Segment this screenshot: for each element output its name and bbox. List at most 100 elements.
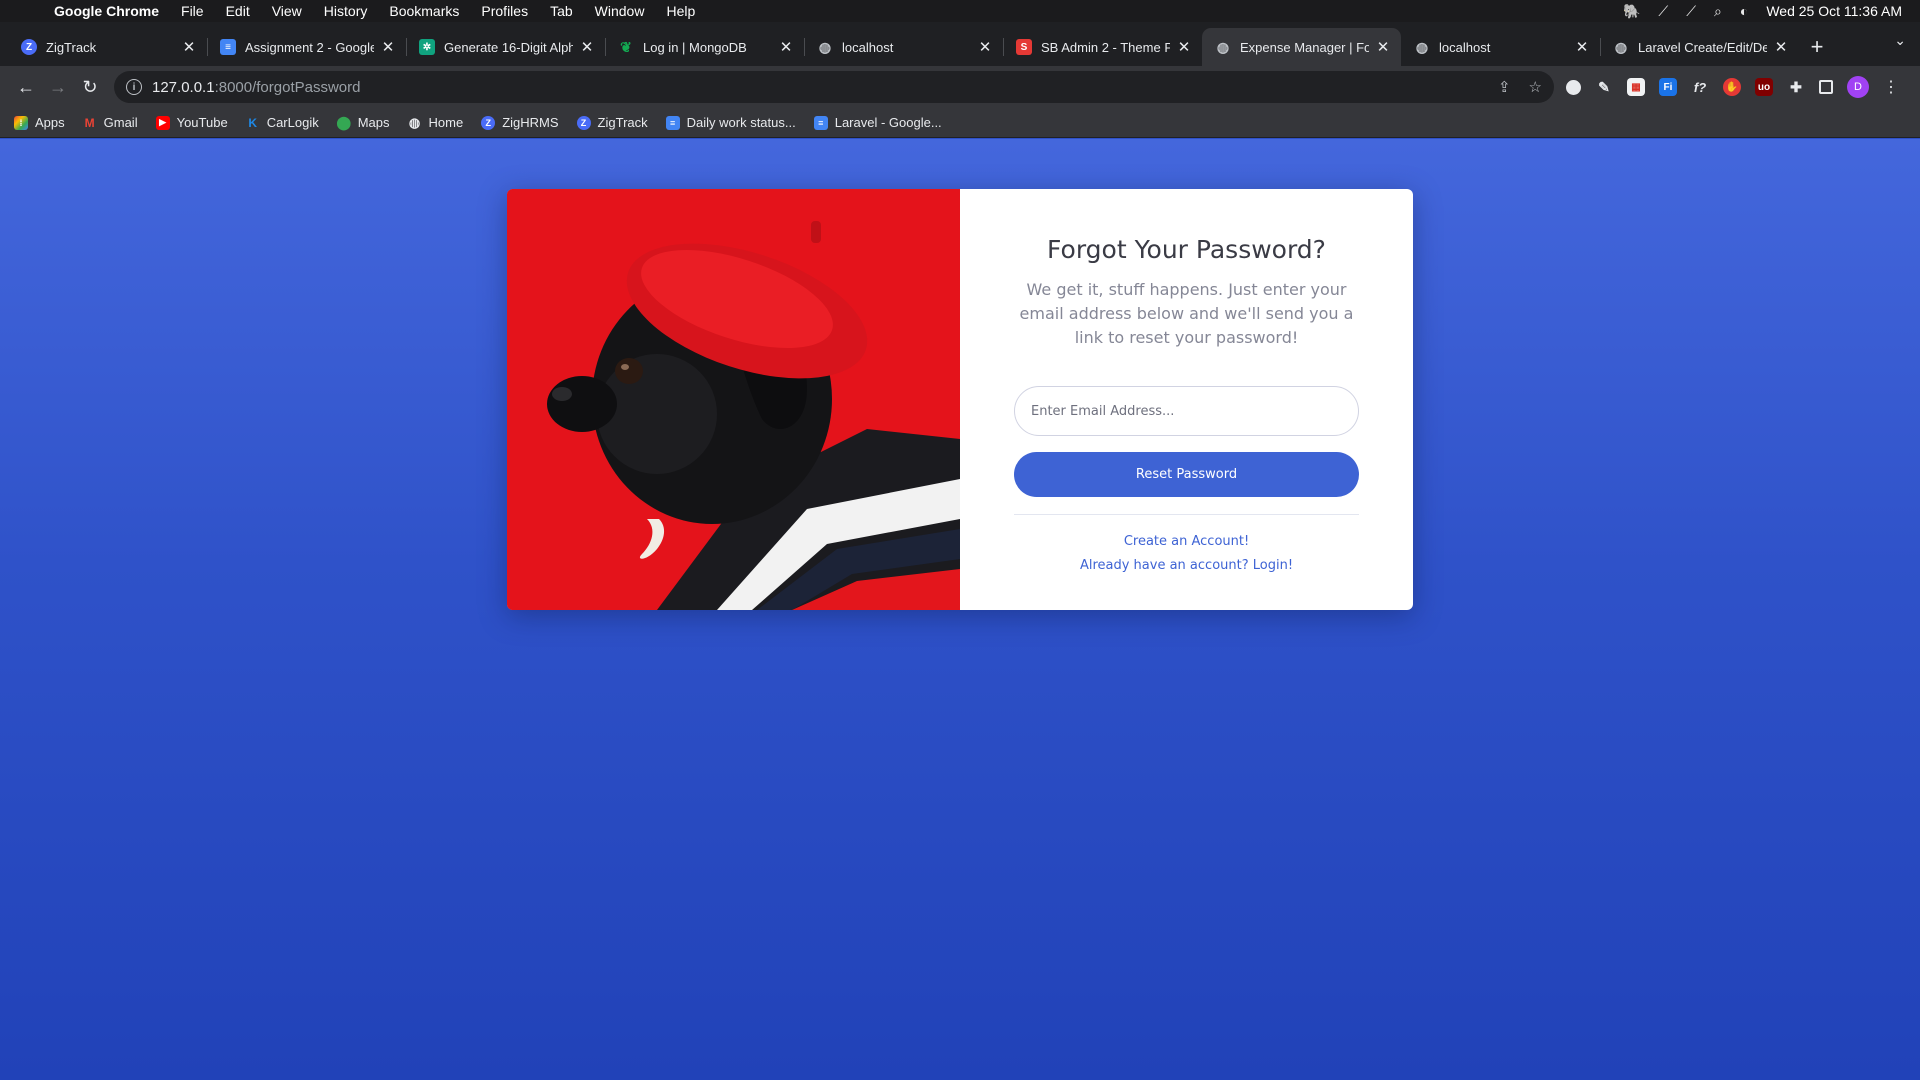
tab-assignment-2[interactable]: ≡ Assignment 2 - Google ✕ [207,28,406,66]
close-icon[interactable]: ✕ [977,38,993,56]
url-host: 127.0.0.1 [152,78,215,96]
globe-icon: ◍ [1216,38,1230,55]
site-info-icon[interactable]: i [126,79,142,95]
profile-avatar[interactable]: D [1847,76,1869,98]
tab-laravel-crud[interactable]: ◍ Laravel Create/Edit/Del ✕ [1600,28,1799,66]
bookmark-daily-work-status[interactable]: ≡ Daily work status... [665,115,796,130]
tab-generate-16-digit[interactable]: ✲ Generate 16-Digit Alph ✕ [406,28,605,66]
forward-button[interactable]: → [42,71,74,103]
mic-off-status-icon[interactable]: ⟋ [1658,3,1668,20]
menu-tab[interactable]: Tab [550,3,573,19]
more-menu-icon[interactable]: ⋮ [1883,77,1899,97]
bookmark-label: Laravel - Google... [834,115,942,130]
sb-icon: S [1016,39,1032,55]
globe-icon: ◍ [818,38,832,55]
divider [1014,514,1359,515]
puzzle-extensions-icon[interactable]: ✚ [1787,78,1805,96]
bookmark-carlogik[interactable]: K CarLogik [246,115,319,130]
menu-window[interactable]: Window [595,3,645,19]
tab-title: Log in | MongoDB [643,39,747,55]
tab-sb-admin-2[interactable]: S SB Admin 2 - Theme Pr ✕ [1003,28,1202,66]
close-icon[interactable]: ✕ [778,38,794,56]
control-center-icon[interactable]: ◐ [1740,3,1748,19]
page-background: Forgot Your Password? We get it, stuff h… [0,139,1920,1080]
apps-grid-icon: ⁞ [14,115,28,130]
tab-title: localhost [1439,39,1491,55]
gmail-icon: M [84,115,95,130]
bookmark-label: Daily work status... [686,115,796,130]
pug-illustration [507,189,960,610]
ublock-extension-icon[interactable]: uo [1755,78,1773,96]
macos-menu-bar: Google Chrome File Edit View History Boo… [0,0,1920,22]
side-panel-icon[interactable] [1819,80,1833,94]
spotlight-search-icon[interactable]: ⌕ [1714,3,1722,20]
create-account-link[interactable]: Create an Account! [1124,534,1249,549]
form-pane: Forgot Your Password? We get it, stuff h… [960,189,1413,610]
extension-circle-icon[interactable] [1566,79,1581,95]
tab-localhost-2[interactable]: ◍ localhost ✕ [1401,28,1600,66]
menu-view[interactable]: View [272,3,302,19]
calendar-extension-icon[interactable]: ▦ [1627,78,1645,96]
fi-extension-icon[interactable]: Fi [1659,78,1677,96]
login-link[interactable]: Already have an account? Login! [1080,558,1293,573]
elephant-status-icon[interactable]: 🐘 [1623,3,1640,20]
menubar-clock[interactable]: Wed 25 Oct 11:36 AM [1766,3,1902,19]
tab-expense-manager[interactable]: ◍ Expense Manager | For ✕ [1202,28,1401,66]
address-bar[interactable]: i 127.0.0.1:8000/forgotPassword ⇪ ☆ [114,71,1554,103]
youtube-icon: ▶ [155,115,170,130]
close-icon[interactable]: ✕ [380,38,396,56]
menu-app-name[interactable]: Google Chrome [54,3,159,19]
close-icon[interactable]: ✕ [1375,38,1391,56]
menu-edit[interactable]: Edit [226,3,250,19]
url-path: :8000/forgotPassword [214,78,361,96]
bookmark-star-icon[interactable]: ☆ [1529,78,1542,96]
page-title: Forgot Your Password? [1047,235,1326,264]
bookmark-laravel-google[interactable]: ≡ Laravel - Google... [813,115,942,130]
menu-history[interactable]: History [324,3,368,19]
bookmark-zigtrack[interactable]: Z ZigTrack [576,115,648,130]
menu-help[interactable]: Help [666,3,695,19]
globe-icon: ◍ [1415,38,1429,55]
tab-localhost-1[interactable]: ◍ localhost ✕ [804,28,1003,66]
bookmark-label: Gmail [103,115,138,130]
globe-icon: ◍ [1614,38,1628,55]
menu-profiles[interactable]: Profiles [481,3,528,19]
close-icon[interactable]: ✕ [1176,38,1192,56]
bookmark-youtube[interactable]: ▶ YouTube [155,115,228,130]
bookmark-label: Maps [357,115,390,130]
bookmark-maps[interactable]: ⬤ Maps [336,115,390,131]
reload-button[interactable]: ↻ [74,71,106,103]
bookmark-label: Home [428,115,464,130]
share-icon[interactable]: ⇪ [1498,78,1511,96]
email-field[interactable] [1014,386,1359,436]
bookmark-zighrms[interactable]: Z ZigHRMS [481,115,559,130]
tab-mongodb-login[interactable]: ❦ Log in | MongoDB ✕ [605,28,804,66]
bookmark-gmail[interactable]: M Gmail [83,115,138,130]
zigtrack-icon: Z [21,39,37,55]
tab-zigtrack[interactable]: Z ZigTrack ✕ [8,28,207,66]
reset-password-button[interactable]: Reset Password [1014,452,1359,497]
menu-bookmarks[interactable]: Bookmarks [389,3,459,19]
close-icon[interactable]: ✕ [579,38,595,56]
tab-title: ZigTrack [46,39,97,55]
tab-title: Laravel Create/Edit/Del [1638,39,1767,55]
close-icon[interactable]: ✕ [1773,38,1789,56]
carlogik-icon: K [248,115,258,130]
font-extension-icon[interactable]: f? [1691,78,1709,96]
close-icon[interactable]: ✕ [1574,38,1590,56]
bookmark-apps[interactable]: ⁞ Apps [14,115,65,130]
menu-file[interactable]: File [181,3,204,19]
new-tab-button[interactable]: + [1799,28,1835,66]
tab-search-chevron-icon[interactable]: ⌄ [1894,32,1906,49]
zighrms-icon: Z [481,115,496,130]
pug-in-beret-image [507,189,960,610]
browser-toolbar: ← → ↻ i 127.0.0.1:8000/forgotPassword ⇪ … [0,66,1920,108]
bookmark-label: CarLogik [266,115,319,130]
bookmark-home[interactable]: ◍ Home [408,115,464,131]
eyedropper-extension-icon[interactable]: ✎ [1595,78,1613,96]
back-button[interactable]: ← [10,71,42,103]
camera-off-status-icon[interactable]: ⟋ [1686,3,1696,20]
red-hand-extension-icon[interactable]: ✋ [1723,78,1741,96]
docs-icon: ≡ [665,115,680,130]
close-icon[interactable]: ✕ [181,38,197,56]
